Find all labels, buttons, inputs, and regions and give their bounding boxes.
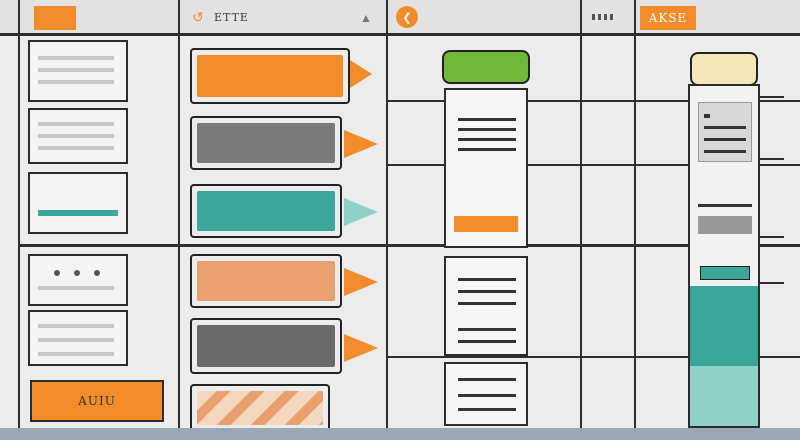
header-right-button[interactable]: AKSE	[640, 6, 696, 30]
left-action-button[interactable]: AUIU	[30, 380, 164, 422]
tag-bar[interactable]	[190, 184, 342, 238]
divider	[634, 0, 636, 440]
tag-bar[interactable]	[190, 48, 350, 104]
green-header-pill[interactable]	[442, 50, 530, 84]
list-card[interactable]	[28, 108, 128, 164]
list-card[interactable]	[28, 40, 128, 102]
cream-header-pill[interactable]	[690, 52, 758, 86]
list-card[interactable]	[28, 254, 128, 306]
divider	[178, 0, 180, 440]
tag-bar[interactable]	[190, 254, 342, 308]
divider	[580, 0, 582, 440]
connector	[760, 158, 784, 160]
bottom-bar	[0, 428, 800, 440]
horizontal-divider	[18, 244, 800, 247]
tag-bar[interactable]	[190, 318, 342, 374]
document-card[interactable]	[444, 362, 528, 426]
orange-top-block	[34, 6, 76, 30]
tag-tip	[344, 198, 378, 226]
connector	[760, 96, 784, 98]
triangle-icon: ▲	[360, 11, 372, 25]
connector	[760, 282, 784, 284]
detail-card[interactable]	[688, 84, 760, 428]
list-card[interactable]	[28, 172, 128, 234]
tag-bar[interactable]	[190, 384, 330, 432]
tag-tip	[344, 334, 378, 362]
connector	[760, 236, 784, 238]
tag-tip	[344, 130, 378, 158]
document-card[interactable]	[444, 256, 528, 356]
document-card[interactable]	[444, 88, 528, 248]
tag-bar[interactable]	[190, 116, 342, 170]
header-center-label: ETTE	[214, 11, 249, 24]
divider	[386, 0, 388, 440]
list-card[interactable]	[28, 310, 128, 366]
dots-icon	[592, 14, 616, 20]
undo-icon[interactable]: ↺	[188, 8, 208, 26]
tag-tip	[350, 60, 372, 88]
chevron-icon[interactable]: ❮	[396, 6, 418, 28]
divider	[18, 0, 20, 440]
tag-tip	[344, 268, 378, 296]
